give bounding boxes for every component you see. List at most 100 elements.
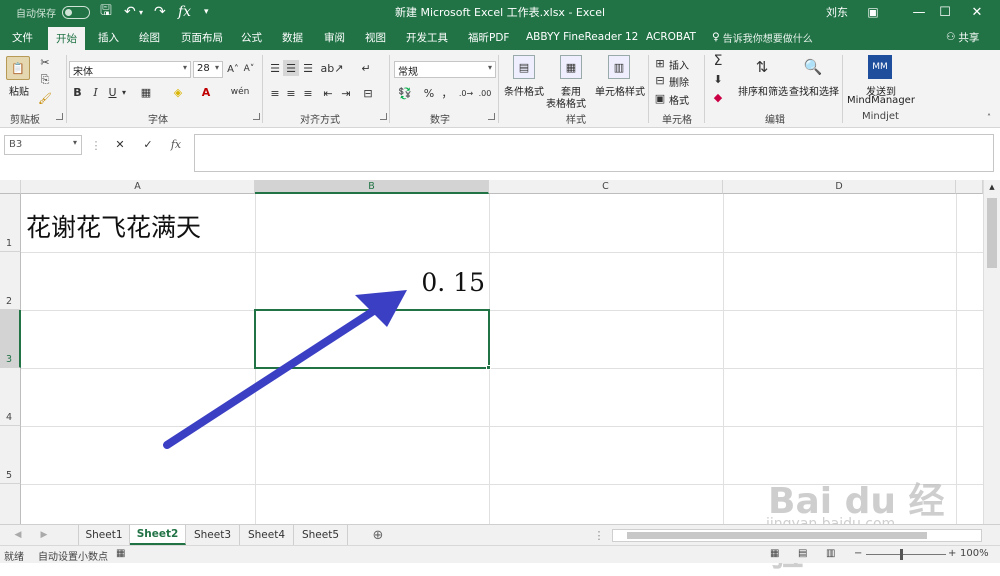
orientation-icon[interactable]: ab↗ [321,60,344,76]
decrease-font-icon[interactable]: A˅ [243,62,255,76]
font-name-select[interactable]: 宋体 ▾ [69,61,191,78]
zoom-slider[interactable] [866,554,946,555]
ribbon-options-icon[interactable]: ▣ [850,0,896,24]
format-cells-icon[interactable]: ▣ [654,92,666,105]
tab-view[interactable]: 视图 [365,24,386,50]
wrap-text-icon[interactable]: ↵ [358,60,374,76]
autosave[interactable]: 自动保存 [16,0,90,24]
save-icon[interactable]: 🖫 [100,0,112,24]
percent-button[interactable]: % [422,85,436,101]
decrease-indent-icon[interactable]: ⇤ [320,85,336,101]
increase-indent-icon[interactable]: ⇥ [338,85,354,101]
name-box[interactable]: B3 ▾ [4,135,82,155]
next-sheet-icon[interactable]: ▶ [38,529,50,541]
comma-button[interactable]: ， [440,85,454,101]
paste-label[interactable]: 粘贴 [9,83,29,98]
clipboard-launcher-icon[interactable] [56,113,63,120]
macro-record-icon[interactable]: ▦ [116,548,125,559]
cancel-icon[interactable]: ✕ [114,138,126,151]
autosave-toggle[interactable] [62,5,90,19]
zoom-level[interactable]: 100% [960,548,989,559]
tab-home[interactable]: 开始 [48,27,85,50]
format-as-table-icon[interactable]: ▦ [560,55,582,79]
align-center-icon[interactable]: ≡ [283,85,299,101]
fill-color-icon[interactable]: ◈ [170,85,186,99]
format-as-table-label-2[interactable]: 表格格式 [546,95,586,110]
normal-view-icon[interactable]: ▦ [770,548,779,559]
tab-review[interactable]: 审阅 [324,24,345,50]
middle-align-icon[interactable]: ☰ [283,60,299,76]
enter-icon[interactable]: ✓ [142,138,154,151]
zoom-out-icon[interactable]: − [854,548,862,559]
sheet-tab-1[interactable]: Sheet1 [78,525,130,545]
decrease-decimal-icon[interactable]: .00 [477,85,493,101]
tab-developer[interactable]: 开发工具 [406,24,448,50]
paste-icon[interactable]: 📋 [6,56,30,80]
top-align-icon[interactable]: ☰ [267,60,283,76]
scroll-thumb[interactable] [627,532,927,539]
scroll-thumb[interactable] [987,198,997,268]
redo-icon[interactable]: ↷ [154,0,166,24]
merge-center-icon[interactable]: ⊟ [360,85,376,101]
customize-qat-icon[interactable]: ▾ [204,0,209,24]
horizontal-scrollbar[interactable] [612,529,982,542]
share-button[interactable]: ⚇ 共享 [946,24,979,50]
sheet-tab-4[interactable]: Sheet4 [240,525,294,545]
sheet-tab-5[interactable]: Sheet5 [294,525,348,545]
page-break-view-icon[interactable]: ▥ [826,548,835,559]
insert-cells-label[interactable]: 插入 [669,57,689,72]
cell-styles-label[interactable]: 单元格样式 [595,83,645,98]
tab-data[interactable]: 数据 [282,24,303,50]
tab-formulas[interactable]: 公式 [241,24,262,50]
tab-splitter-icon[interactable]: ⋮ [594,529,605,542]
fill-icon[interactable]: ⬇ [711,72,725,86]
conditional-format-icon[interactable]: ▤ [513,55,535,79]
number-format-select[interactable]: 常规 ▾ [394,61,496,78]
send-to-label-2[interactable]: MindManager [847,95,915,106]
chevron-down-icon[interactable]: ▾ [120,85,128,99]
delete-cells-icon[interactable]: ⊟ [654,74,666,87]
bottom-align-icon[interactable]: ☰ [300,60,316,76]
collapse-ribbon-icon[interactable]: ˄ [984,112,994,122]
zoom-in-icon[interactable]: + [948,548,956,559]
find-select-icon[interactable]: 🔍 [801,55,825,79]
increase-decimal-icon[interactable]: .0→ [458,85,474,101]
cut-icon[interactable]: ✂ [38,55,52,69]
sort-filter-label[interactable]: 排序和筛选 [738,83,788,98]
user-name[interactable]: 刘东 [826,0,848,24]
undo-icon[interactable]: ↶ [124,0,136,24]
formula-input[interactable] [194,134,994,172]
font-color-icon[interactable]: A [198,85,214,99]
tell-me[interactable]: ♀ 告诉我你想要做什么 [712,24,813,50]
scroll-up-icon[interactable]: ▲ [987,182,997,192]
increase-font-icon[interactable]: A˄ [227,62,239,76]
currency-icon[interactable]: 💱 [396,85,414,101]
borders-icon[interactable]: ▦ [138,85,154,99]
copy-icon[interactable]: ⎘ [38,73,52,87]
clear-icon[interactable]: ◆ [711,90,725,104]
phonetic-icon[interactable]: wén [231,85,250,99]
find-select-label[interactable]: 查找和选择 [789,83,839,98]
sheet-tab-2[interactable]: Sheet2 [130,525,186,545]
vertical-scrollbar[interactable]: ▲ [983,180,1000,524]
worksheet-grid[interactable]: A B C D 1 2 3 4 5 花谢花飞花满天 0. 15 ▲ [0,180,1000,524]
cell-styles-icon[interactable]: ▥ [608,55,630,79]
page-layout-view-icon[interactable]: ▤ [798,548,807,559]
sort-filter-icon[interactable]: ⇅ [750,55,774,79]
function-icon[interactable]: fx [178,0,191,24]
sheet-tab-3[interactable]: Sheet3 [186,525,240,545]
tab-page-layout[interactable]: 页面布局 [181,24,223,50]
conditional-format-label[interactable]: 条件格式 [504,83,544,98]
format-painter-icon[interactable]: 🖌 [38,91,52,105]
insert-function-button[interactable]: fx [168,138,184,151]
undo-dropdown-icon[interactable]: ▾ [139,0,143,24]
tab-insert[interactable]: 插入 [98,24,119,50]
align-right-icon[interactable]: ≡ [300,85,316,101]
align-left-icon[interactable]: ≡ [267,85,283,101]
delete-cells-label[interactable]: 删除 [669,74,689,89]
underline-button[interactable]: U [106,85,119,99]
alignment-launcher-icon[interactable] [380,113,387,120]
zoom-slider-knob[interactable] [900,549,903,560]
font-size-select[interactable]: 28 ▾ [193,61,223,78]
number-launcher-icon[interactable] [488,113,495,120]
